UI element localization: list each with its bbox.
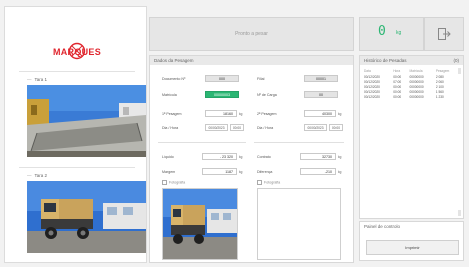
datetime-1-label: Dia / Hora <box>162 126 179 130</box>
notes-area[interactable] <box>257 188 341 260</box>
time-2-field[interactable]: 00:00 <box>329 124 343 131</box>
tare-1-label: — Tara 1 <box>27 77 48 82</box>
history-table: Data Hora Matrícula Pesagem 00/12/2020 00… <box>363 68 460 100</box>
captured-photo[interactable] <box>162 188 238 260</box>
collapse-icon[interactable]: — <box>27 77 32 82</box>
difference-field[interactable]: -210 <box>300 168 336 175</box>
net-label: Líquido <box>162 155 174 159</box>
collapse-icon[interactable]: — <box>27 173 32 178</box>
plate-label: Matrícula <box>162 93 177 97</box>
datetime-2-label: Dia / Hora <box>257 126 274 130</box>
photo-checkbox-1[interactable]: Fotografia <box>162 180 185 185</box>
branch-label: Filial <box>257 77 265 81</box>
branch-field[interactable]: 00001 <box>304 75 338 82</box>
plate-field[interactable]: 00000003 <box>205 91 239 98</box>
unit-label: kg <box>338 112 342 116</box>
second-weighing-field[interactable]: 40300 <box>304 110 336 117</box>
load-number-label: Nº de Carga <box>257 93 277 97</box>
brand-logo-text: MARQUES <box>52 47 102 57</box>
margin-field[interactable]: 1187 <box>202 168 237 175</box>
divider <box>254 142 344 143</box>
photo-checkbox-2[interactable]: Fotografia <box>257 180 280 185</box>
document-label: Documento Nº <box>162 77 186 81</box>
weight-display: 0 kg <box>359 17 424 51</box>
weighing-data-panel: Dados da Pesagem Documento Nº 000 Filial… <box>149 55 354 263</box>
contract-field[interactable]: 32730 <box>300 153 336 160</box>
unit-label: kg <box>239 170 243 174</box>
weight-unit: kg <box>396 30 402 36</box>
first-weighing-label: 1ª Pesagem <box>162 112 182 116</box>
control-panel: Painel de controlo Imprimir <box>359 221 464 261</box>
scale-status-bar: Pronto a pesar <box>149 17 354 51</box>
date-1-field[interactable]: 00/00/2023 <box>205 124 228 131</box>
checkbox-icon[interactable] <box>257 180 262 185</box>
exit-button[interactable] <box>424 17 464 51</box>
table-row[interactable]: 00/12/2020 00:00 00000000 1 230 <box>363 95 460 100</box>
print-button[interactable]: Imprimir <box>366 240 459 255</box>
divider <box>19 167 135 168</box>
scale-status-text: Pronto a pesar <box>235 31 268 37</box>
unit-label: kg <box>338 155 342 159</box>
exit-icon <box>438 28 451 40</box>
load-number-field[interactable]: 00 <box>304 91 338 98</box>
unit-label: kg <box>239 112 243 116</box>
checkbox-icon[interactable] <box>162 180 167 185</box>
first-weighing-field[interactable]: 18160 <box>205 110 237 117</box>
left-panel: MARQUES — Tara 1 — Tara 2 <box>4 6 147 263</box>
history-title: Histórico de Pesadas (0) <box>360 56 463 65</box>
control-panel-title: Painel de controlo <box>360 222 463 231</box>
margin-label: Margem <box>162 170 176 174</box>
time-1-field[interactable]: 00:00 <box>230 124 244 131</box>
unit-label: kg <box>338 170 342 174</box>
divider <box>158 142 246 143</box>
weight-value: 0 <box>378 24 386 39</box>
tare-2-photo[interactable] <box>27 181 146 253</box>
divider <box>19 71 135 72</box>
scrollbar[interactable] <box>458 210 461 216</box>
unit-label: kg <box>239 155 243 159</box>
difference-label: Diferença <box>257 170 273 174</box>
brand-logo: MARQUES <box>49 39 105 67</box>
history-count: (0) <box>453 58 460 63</box>
panel-title: Dados da Pesagem <box>150 56 353 65</box>
second-weighing-label: 2ª Pesagem <box>257 112 277 116</box>
history-panel: Histórico de Pesadas (0) Data Hora Matrí… <box>359 55 464 219</box>
tare-1-photo[interactable] <box>27 85 146 157</box>
date-2-field[interactable]: 00/00/2023 <box>304 124 327 131</box>
tare-2-label: — Tara 2 <box>27 173 48 178</box>
net-field[interactable]: - 23 320 <box>202 153 237 160</box>
app-window: MARQUES — Tara 1 — Tara 2 Pronto a pesar… <box>0 0 469 267</box>
scrollbar[interactable] <box>458 68 461 74</box>
document-field[interactable]: 000 <box>205 75 239 82</box>
contract-label: Contrato <box>257 155 271 159</box>
